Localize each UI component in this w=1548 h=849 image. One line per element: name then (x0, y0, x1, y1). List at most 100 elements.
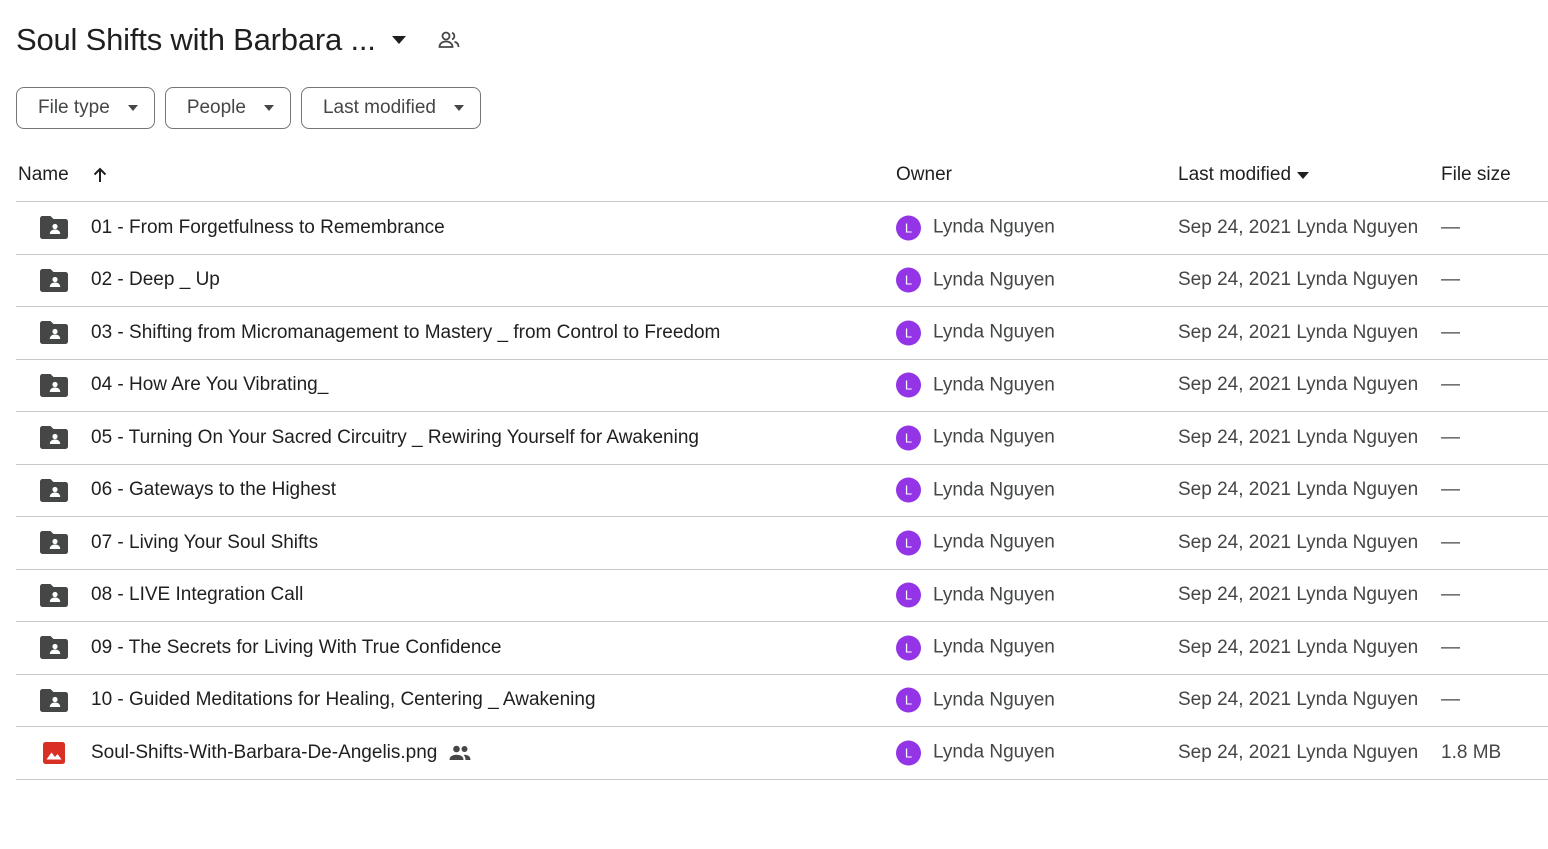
last-modified-cell: Sep 24, 2021 Lynda Nguyen (1178, 426, 1419, 448)
last-modified-cell: Sep 24, 2021 Lynda Nguyen (1178, 269, 1419, 291)
owner-cell: L Lynda Nguyen (896, 635, 1055, 661)
file-name[interactable]: 04 - How Are You Vibrating_ (91, 374, 328, 396)
file-name-label: 02 - Deep _ Up (91, 269, 220, 291)
avatar: L (896, 635, 921, 661)
table-row[interactable]: 10 - Guided Meditations for Healing, Cen… (16, 675, 1548, 727)
file-name[interactable]: 10 - Guided Meditations for Healing, Cen… (91, 689, 596, 711)
owner-cell: L Lynda Nguyen (896, 215, 1055, 241)
file-name[interactable]: 02 - Deep _ Up (91, 269, 220, 291)
last-modified-cell: Sep 24, 2021 Lynda Nguyen (1178, 531, 1419, 553)
owner-cell: L Lynda Nguyen (896, 477, 1055, 503)
table-row[interactable]: 02 - Deep _ Up L Lynda Nguyen Sep 24, 2021 … (16, 255, 1548, 307)
owner-name: Lynda Nguyen (933, 531, 1055, 553)
shared-folder-icon (40, 636, 68, 660)
avatar: L (896, 530, 921, 556)
last-modified-cell: Sep 24, 2021 Lynda Nguyen (1178, 321, 1419, 343)
file-size-cell: — (1441, 216, 1460, 238)
avatar: L (896, 320, 921, 346)
last-modified-cell: Sep 24, 2021 Lynda Nguyen (1178, 741, 1419, 763)
file-name-label: Soul-Shifts-With-Barbara-De-Angelis.png (91, 741, 438, 763)
arrow-drop-down-icon (127, 105, 138, 111)
avatar: L (896, 582, 921, 608)
column-name[interactable]: Name (18, 164, 109, 186)
last-modified-cell: Sep 24, 2021 Lynda Nguyen (1178, 636, 1419, 658)
shared-folder-icon (40, 531, 68, 555)
arrow-drop-down-icon (1297, 171, 1310, 179)
arrow-upward-icon[interactable] (91, 166, 109, 184)
column-owner[interactable]: Owner (896, 164, 952, 186)
last-modified-cell: Sep 24, 2021 Lynda Nguyen (1178, 216, 1419, 238)
column-name-label: Name (18, 164, 69, 185)
file-name[interactable]: 05 - Turning On Your Sacred Circuitry _ … (91, 427, 699, 449)
file-name-label: 04 - How Are You Vibrating_ (91, 374, 329, 396)
shared-folder-icon (40, 268, 68, 292)
owner-name: Lynda Nguyen (933, 374, 1055, 396)
owner-cell: L Lynda Nguyen (896, 582, 1055, 608)
file-name[interactable]: 07 - Living Your Soul Shifts (91, 532, 318, 554)
filter-file-type[interactable]: File type (16, 87, 155, 129)
last-modified-cell: Sep 24, 2021 Lynda Nguyen (1178, 584, 1419, 606)
table-row[interactable]: 03 - Shifting from Micromanagement to Ma… (16, 307, 1548, 360)
folder-header: Soul Shifts with Barbara ... (16, 18, 466, 62)
file-size-cell: — (1441, 584, 1460, 606)
shared-folder-icon (40, 583, 68, 607)
owner-name: Lynda Nguyen (933, 689, 1055, 711)
people-icon[interactable] (432, 23, 466, 57)
shared-folder-icon (40, 478, 68, 502)
table-row[interactable]: 04 - How Are You Vibrating_ L Lynda Nguyen… (16, 360, 1548, 412)
column-last-modified[interactable]: Last modified (1178, 164, 1310, 186)
avatar: L (896, 215, 921, 241)
filter-label: File type (38, 97, 110, 118)
arrow-drop-down-icon (263, 105, 274, 111)
column-file-size[interactable]: File size (1441, 164, 1511, 186)
table-header: Name Owner Last modified File size (16, 150, 1548, 202)
file-name-label: 03 - Shifting from Micromanagement to Ma… (91, 321, 721, 343)
table-row[interactable]: 07 - Living Your Soul Shifts L Lynda Nguye… (16, 517, 1548, 570)
file-name[interactable]: 06 - Gateways to the Highest (91, 479, 336, 501)
file-size-cell: — (1441, 426, 1460, 448)
owner-name: Lynda Nguyen (933, 479, 1055, 501)
file-size-cell: — (1441, 374, 1460, 396)
arrow-drop-down-icon (454, 105, 464, 111)
file-name[interactable]: Soul-Shifts-With-Barbara-De-Angelis.png (91, 742, 471, 764)
file-size-cell: — (1441, 269, 1460, 291)
file-name[interactable]: 01 - From Forgetfulness to Remembrance (91, 217, 445, 239)
table-body: 01 - From Forgetfulness to Remembrance L L… (16, 202, 1548, 780)
filter-last-modified[interactable]: Last modified (300, 87, 481, 129)
table-row[interactable]: 08 - LIVE Integration Call L Lynda Nguyen S… (16, 570, 1548, 622)
avatar: L (896, 425, 921, 451)
column-last-modified-label: Last modified (1178, 164, 1292, 185)
avatar: L (896, 687, 921, 713)
file-name[interactable]: 08 - LIVE Integration Call (91, 584, 303, 606)
shared-folder-icon (40, 216, 68, 240)
table-row[interactable]: 06 - Gateways to the Highest L Lynda Nguye… (16, 465, 1548, 517)
owner-name: Lynda Nguyen (933, 269, 1055, 291)
avatar: L (896, 267, 921, 293)
avatar: L (896, 740, 921, 766)
column-file-size-label: File size (1441, 164, 1511, 185)
avatar: L (896, 477, 921, 503)
shared-folder-icon (40, 373, 68, 397)
avatar: L (896, 372, 921, 398)
table-row[interactable]: 01 - From Forgetfulness to Remembrance L L… (16, 202, 1548, 255)
file-name-label: 01 - From Forgetfulness to Remembrance (91, 216, 445, 238)
file-name-label: 09 - The Secrets for Living With True Co… (91, 636, 502, 658)
file-name-label: 10 - Guided Meditations for Healing, Cen… (91, 689, 596, 711)
file-name[interactable]: 03 - Shifting from Micromanagement to Ma… (91, 322, 720, 344)
file-name-label: 05 - Turning On Your Sacred Circuitry _ … (91, 426, 699, 448)
owner-cell: L Lynda Nguyen (896, 530, 1055, 556)
table-row[interactable]: 09 - The Secrets for Living With True Co… (16, 622, 1548, 675)
arrow-drop-down-icon[interactable] (382, 23, 416, 57)
filter-label: Last modified (322, 97, 436, 118)
owner-cell: L Lynda Nguyen (896, 267, 1055, 293)
file-name[interactable]: 09 - The Secrets for Living With True Co… (91, 637, 501, 659)
owner-name: Lynda Nguyen (933, 741, 1055, 763)
file-list: Name Owner Last modified File size 01 - … (16, 150, 1548, 780)
file-size-cell: — (1441, 531, 1460, 553)
file-size-cell: — (1441, 636, 1460, 658)
filter-people[interactable]: People (164, 87, 291, 129)
table-row[interactable]: 05 - Turning On Your Sacred Circuitry _ … (16, 412, 1548, 465)
table-row[interactable]: Soul-Shifts-With-Barbara-De-Angelis.png L… (16, 727, 1548, 780)
folder-title[interactable]: Soul Shifts with Barbara ... (16, 22, 376, 58)
shared-folder-icon (40, 321, 68, 345)
